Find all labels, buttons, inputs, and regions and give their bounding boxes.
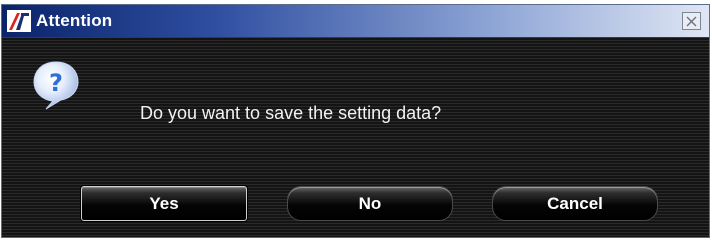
no-button[interactable]: No [287, 186, 453, 221]
question-icon: ? [30, 59, 82, 111]
app-logo-icon [7, 10, 31, 32]
dialog-body: ? Do you want to save the setting data? … [2, 38, 709, 237]
close-button[interactable] [682, 12, 701, 30]
title-bar[interactable]: Attention [2, 5, 709, 38]
dialog-message: Do you want to save the setting data? [140, 103, 442, 123]
yes-button[interactable]: Yes [81, 186, 247, 221]
window-title: Attention [36, 11, 113, 30]
close-icon [686, 16, 697, 27]
cancel-button[interactable]: Cancel [492, 186, 658, 221]
attention-dialog: Attention ? Do you want to save the sett… [1, 4, 710, 238]
svg-text:?: ? [49, 69, 63, 97]
